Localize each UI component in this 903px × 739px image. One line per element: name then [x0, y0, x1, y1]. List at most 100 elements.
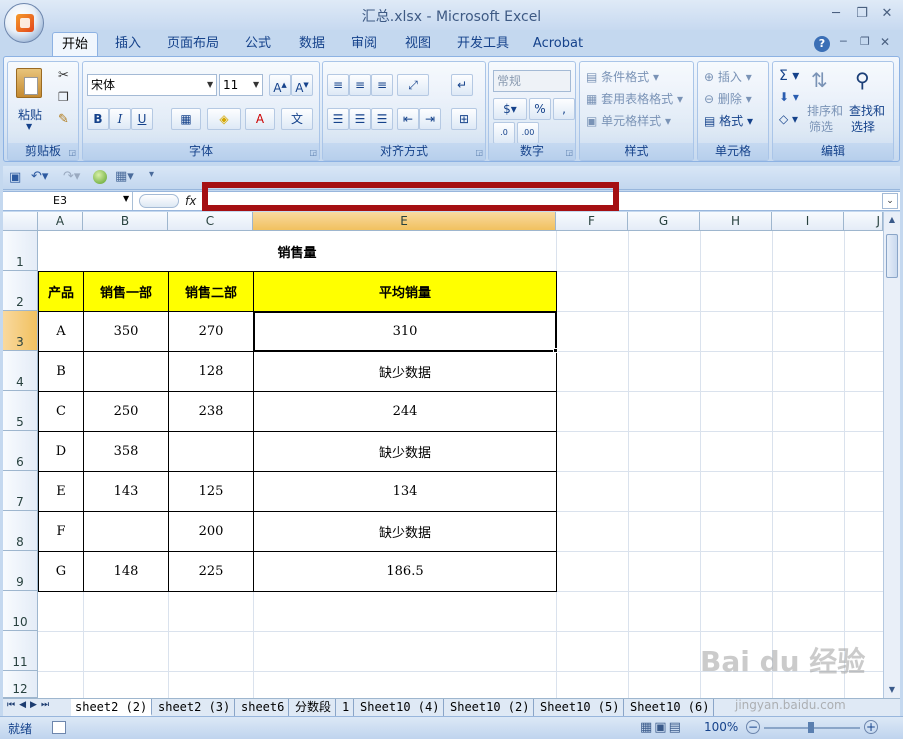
insert-cells-button[interactable]: ⊕ 插入 ▾	[704, 68, 752, 85]
table-cell[interactable]	[83, 511, 169, 552]
name-box[interactable]: E3	[3, 192, 133, 210]
tab-view[interactable]: 视图	[396, 32, 440, 56]
decrease-indent-icon[interactable]: ⇤	[397, 108, 419, 130]
table-cell[interactable]: 125	[168, 471, 254, 512]
sheet-tab[interactable]: sheet2 (3)	[154, 699, 236, 716]
cell-styles-button[interactable]: ▣ 单元格样式 ▾	[586, 112, 671, 129]
border-icon[interactable]: ▦	[171, 108, 201, 130]
increase-decimal-icon[interactable]: .0	[493, 122, 515, 144]
italic-icon[interactable]: I	[109, 108, 131, 130]
table-cell[interactable]: 270	[168, 311, 254, 352]
phonetic-icon[interactable]: 文	[281, 108, 313, 130]
table-cell[interactable]	[83, 351, 169, 392]
sheet-tab[interactable]: Sheet10 (4)	[356, 699, 445, 716]
column-header[interactable]: B	[83, 212, 168, 231]
minimize-button[interactable]: ─	[826, 6, 846, 24]
comma-icon[interactable]: ,	[553, 98, 575, 120]
fill-icon[interactable]: ⬇ ▾	[779, 90, 799, 104]
sort-filter-icon[interactable]: ⇅	[811, 68, 828, 92]
table-cell[interactable]: 134	[253, 471, 557, 512]
font-name-select[interactable]: 宋体	[87, 74, 217, 96]
tab-formulas[interactable]: 公式	[236, 32, 280, 56]
table-cell[interactable]: 250	[83, 391, 169, 432]
cut-icon[interactable]: ✂	[58, 68, 69, 83]
ribbon-restore-icon[interactable]: ❐	[860, 35, 870, 48]
currency-icon[interactable]: $▾	[493, 98, 527, 120]
fill-handle[interactable]	[553, 348, 558, 353]
row-header[interactable]: 7	[3, 471, 38, 511]
save-icon[interactable]: ▣	[9, 170, 21, 185]
column-header[interactable]: F	[556, 212, 628, 231]
clipboard-launcher-icon[interactable]: ◲	[68, 148, 76, 157]
tab-acrobat[interactable]: Acrobat	[526, 32, 590, 56]
table-cell[interactable]: 143	[83, 471, 169, 512]
wrap-text-icon[interactable]: ↵	[451, 74, 473, 96]
font-color-icon[interactable]: A	[245, 108, 275, 130]
sheet-tab[interactable]: sheet6	[237, 699, 290, 716]
row-header[interactable]: 6	[3, 431, 38, 471]
paste-icon[interactable]	[16, 68, 42, 98]
select-label[interactable]: 选择	[851, 118, 875, 135]
table-cell[interactable]: 缺少数据	[253, 351, 557, 392]
table-cell[interactable]: 244	[253, 391, 557, 432]
find-select-label[interactable]: 查找和	[849, 102, 885, 119]
row-header[interactable]: 12	[3, 671, 38, 698]
grow-font-icon[interactable]: A▲	[269, 74, 291, 96]
table-cell[interactable]: A	[38, 311, 84, 352]
zoom-out-icon[interactable]: −	[746, 720, 760, 734]
format-painter-icon[interactable]: ✎	[58, 112, 69, 127]
view-buttons-icon[interactable]: ▦▣▤	[640, 720, 683, 735]
row-header[interactable]: 10	[3, 591, 38, 631]
name-box-dropdown-icon[interactable]: ▼	[123, 194, 129, 203]
macro-record-icon[interactable]	[52, 721, 66, 734]
row-header[interactable]: 11	[3, 631, 38, 671]
paste-button[interactable]: 粘贴	[18, 106, 42, 123]
table-cell[interactable]: 350	[83, 311, 169, 352]
table-cell[interactable]: 缺少数据	[253, 511, 557, 552]
paste-dropdown-icon[interactable]: ▼	[26, 122, 32, 131]
table-cell[interactable]: B	[38, 351, 84, 392]
sheet-tab[interactable]: 分数段	[291, 699, 337, 716]
worksheet-grid[interactable]: A B C E F G H I J 1 2 3 4 5 6 7 8 9 10 1…	[3, 212, 883, 698]
table-header-cell[interactable]: 产品	[38, 271, 84, 312]
align-center-icon[interactable]: ☰	[349, 108, 371, 130]
formula-bar-splitter[interactable]	[139, 194, 179, 208]
zoom-slider-thumb[interactable]	[808, 722, 814, 733]
tab-insert[interactable]: 插入	[106, 32, 150, 56]
shrink-font-icon[interactable]: A▼	[291, 74, 313, 96]
table-cell[interactable]: C	[38, 391, 84, 432]
table-cell[interactable]: 200	[168, 511, 254, 552]
tab-review[interactable]: 审阅	[342, 32, 386, 56]
table-header-cell[interactable]: 销售一部	[83, 271, 169, 312]
table-cell[interactable]: E	[38, 471, 84, 512]
undo-icon[interactable]: ↶▾	[31, 169, 48, 184]
autosum-icon[interactable]: Σ ▾	[779, 68, 799, 84]
expand-formula-bar-icon[interactable]: ⌄	[882, 193, 898, 209]
sheet-tab[interactable]: Sheet10 (2)	[446, 699, 535, 716]
ribbon-minimize-icon[interactable]: ─	[840, 35, 847, 48]
vertical-scrollbar[interactable]: ▲ ▼	[883, 212, 900, 698]
scroll-thumb[interactable]	[886, 234, 898, 278]
align-left-icon[interactable]: ☰	[327, 108, 349, 130]
sort-filter-label[interactable]: 排序和	[807, 102, 843, 119]
scroll-down-icon[interactable]: ▼	[884, 682, 900, 698]
table-cell[interactable]: D	[38, 431, 84, 472]
sheet-tab[interactable]: Sheet10 (5)	[536, 699, 625, 716]
table-cell[interactable]: 358	[83, 431, 169, 472]
number-format-select[interactable]: 常规	[493, 70, 571, 92]
scroll-up-icon[interactable]: ▲	[884, 212, 900, 228]
conditional-format-button[interactable]: ▤ 条件格式 ▾	[586, 68, 659, 85]
table-cell[interactable]: 186.5	[253, 551, 557, 592]
tab-data[interactable]: 数据	[290, 32, 334, 56]
row-header-selected[interactable]: 3	[3, 311, 38, 351]
table-title[interactable]: 销售量	[38, 231, 556, 271]
row-header[interactable]: 1	[3, 231, 38, 271]
table-cell[interactable]: 310	[253, 311, 557, 352]
align-bottom-icon[interactable]: ≡	[371, 74, 393, 96]
table-cell[interactable]: 128	[168, 351, 254, 392]
font-size-dropdown-icon[interactable]: ▼	[253, 80, 259, 89]
table-cell[interactable]	[168, 431, 254, 472]
table-header-cell[interactable]: 平均销量	[253, 271, 557, 312]
table-cell[interactable]: 225	[168, 551, 254, 592]
table-header-cell[interactable]: 销售二部	[168, 271, 254, 312]
